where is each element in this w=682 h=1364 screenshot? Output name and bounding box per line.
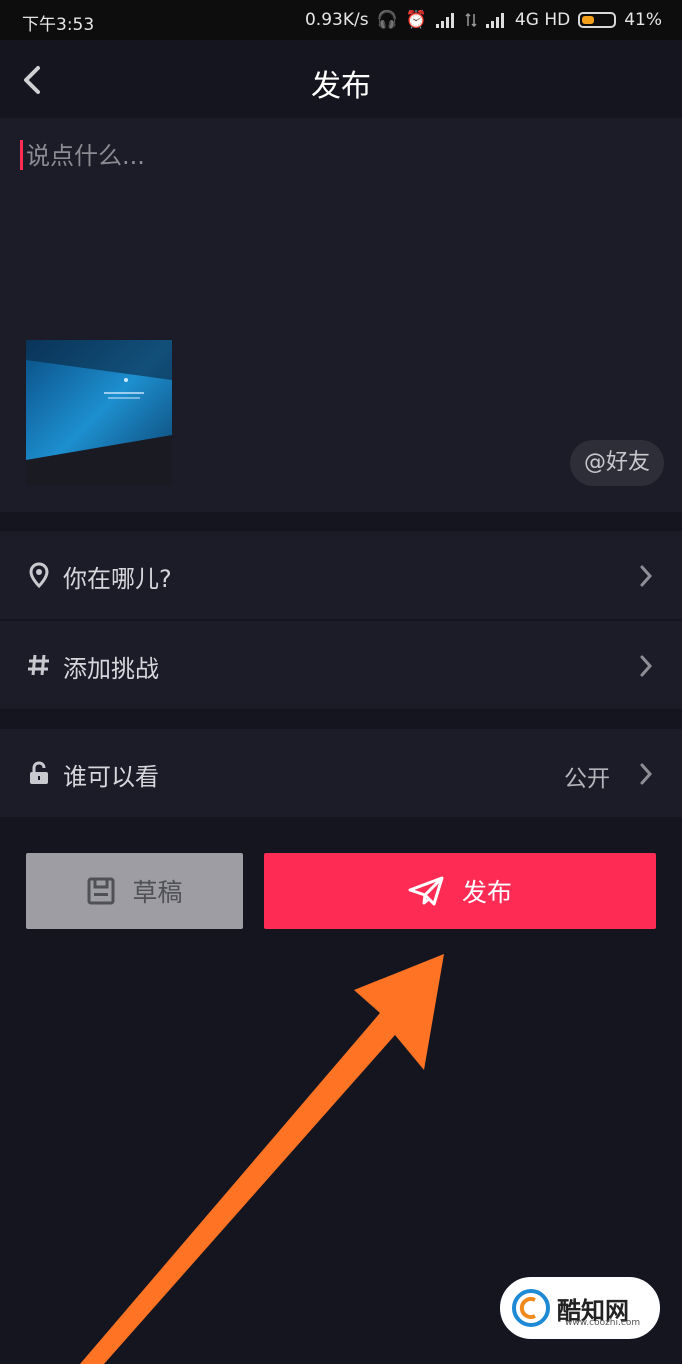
thumbnail-image [26,340,172,486]
network-type: 4G HD [514,10,571,30]
privacy-value: 公开 [564,766,610,792]
status-time: 下午3:53 [22,15,95,35]
headphones-icon: 🎧 [376,10,398,30]
status-indicators: 0.93K/s 🎧 ⏰ 4G HD 41% [305,10,662,30]
text-caret [20,140,23,170]
caption-input[interactable] [24,138,648,174]
draft-label: 草稿 [132,878,183,907]
chevron-right-icon [640,655,653,677]
battery-percent: 41% [624,10,662,30]
location-label: 你在哪儿? [63,565,172,593]
privacy-row[interactable]: 谁可以看 公开 [0,729,682,817]
status-bar: 下午3:53 0.93K/s 🎧 ⏰ 4G HD 41% [0,0,682,40]
alarm-off-icon: ⏰ [405,10,427,30]
video-thumbnail[interactable] [26,340,172,486]
header: 发布 [0,40,682,118]
challenge-row[interactable]: 添加挑战 [0,621,682,709]
signal-icon-2 [485,13,504,28]
publish-label: 发布 [461,878,512,907]
chevron-right-icon [640,565,653,587]
chevron-right-icon [640,763,653,785]
logo-icon [512,1289,550,1327]
battery-fill [582,16,595,24]
challenge-label: 添加挑战 [63,655,159,683]
network-speed: 0.93K/s [304,10,369,30]
privacy-label: 谁可以看 [63,763,159,791]
draft-button[interactable]: 草稿 [26,853,243,929]
publish-button[interactable]: 发布 [264,853,656,929]
send-icon [408,876,444,906]
watermark-url: www.coozhi.com [565,1318,641,1328]
location-row[interactable]: 你在哪儿? [0,531,682,619]
lock-icon [30,761,48,784]
signal-icon [435,13,454,28]
mention-friends-button[interactable]: @好友 [569,440,664,486]
hashtag-icon [28,654,49,676]
compose-area: @好友 [0,118,682,512]
location-pin-icon [29,562,49,588]
watermark-logo: 酷知网 www.coozhi.com [500,1277,660,1339]
page-title: 发布 [311,69,371,104]
save-draft-icon [87,877,115,905]
battery-icon [578,12,617,28]
data-transfer-icon [465,12,477,28]
